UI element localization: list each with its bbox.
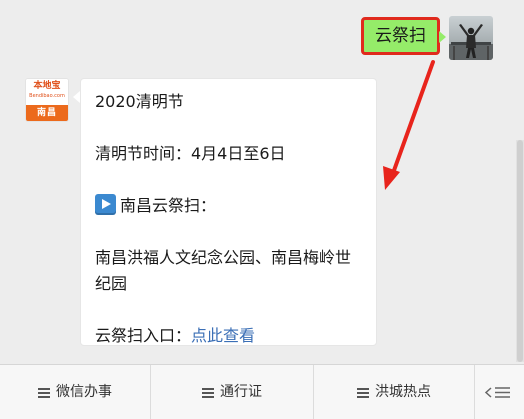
- chat-scrollbar[interactable]: [516, 140, 524, 362]
- scrollbar-thumb[interactable]: [517, 140, 523, 362]
- menu-list-icon: [202, 387, 214, 398]
- menu-item-wechat-services[interactable]: 微信办事: [0, 365, 150, 419]
- annotation-arrow-icon: [383, 60, 435, 190]
- keyboard-toggle-button[interactable]: [474, 365, 524, 419]
- menu-item-pass[interactable]: 通行证: [151, 365, 313, 419]
- menu-item-label: 微信办事: [56, 384, 112, 400]
- menu-list-icon: [357, 387, 369, 398]
- chat-area: 云祭扫 本地宝 Bendibao.com 南昌 2020清明节 清明节时间：4月…: [0, 0, 524, 364]
- menu-item-label: 洪城热点: [375, 384, 431, 400]
- keyboard-toggle-icon: [484, 387, 510, 398]
- menu-item-label: 通行证: [220, 384, 262, 400]
- bottom-menu: 微信办事 通行证 洪城热点: [0, 364, 524, 419]
- menu-list-icon: [38, 387, 50, 398]
- menu-item-hot-topics[interactable]: 洪城热点: [314, 365, 474, 419]
